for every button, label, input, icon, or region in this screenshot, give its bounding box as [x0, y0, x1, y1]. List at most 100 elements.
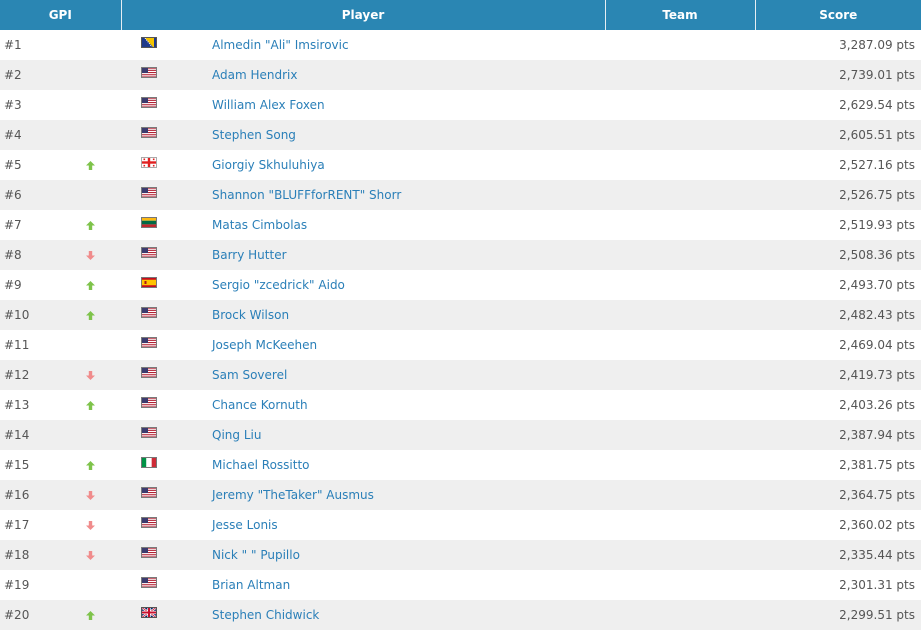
player-name-link[interactable]: Michael Rossitto — [212, 458, 310, 472]
player-name-link[interactable]: Shannon "BLUFFforRENT" Shorr — [212, 188, 401, 202]
score-cell: 2,482.43 pts — [755, 300, 921, 330]
team-cell — [605, 450, 755, 480]
rankings-table: GPI Player Team Score #1 Almedin "Ali" Im… — [0, 0, 921, 630]
rank-number: #11 — [4, 338, 30, 352]
player-name-link[interactable]: William Alex Foxen — [212, 98, 325, 112]
table-body: #1 Almedin "Ali" Imsirovic 3,287.09 pts #2 A… — [0, 30, 921, 630]
player-name-link[interactable]: Jeremy "TheTaker" Ausmus — [212, 488, 374, 502]
player-name-link[interactable]: Jesse Lonis — [212, 518, 278, 532]
table-row: #11 Joseph McKeehen 2,469.04 pts — [0, 330, 921, 360]
player-cell: Brock Wilson — [121, 300, 605, 330]
player-name-link[interactable]: Sam Soverel — [212, 368, 287, 382]
player-name-link[interactable]: Stephen Chidwick — [212, 608, 319, 622]
usa-flag-icon — [141, 367, 157, 378]
score-cell: 2,364.75 pts — [755, 480, 921, 510]
player-name-link[interactable]: Sergio "zcedrick" Aido — [212, 278, 345, 292]
rank-number: #6 — [4, 188, 22, 202]
rank-cell: #15 — [0, 450, 121, 480]
usa-flag-icon — [141, 397, 157, 408]
player-name-link[interactable]: Stephen Song — [212, 128, 296, 142]
player-cell: Giorgiy Skhuluhiya — [121, 150, 605, 180]
player-cell: William Alex Foxen — [121, 90, 605, 120]
rank-number: #14 — [4, 428, 30, 442]
team-cell — [605, 330, 755, 360]
score-cell: 2,519.93 pts — [839, 218, 915, 232]
rank-cell: #4 — [0, 120, 121, 150]
player-cell: Jesse Lonis — [121, 510, 605, 540]
score-cell: 2,419.73 pts — [755, 360, 921, 390]
team-cell — [605, 210, 755, 240]
table-row: #7 Matas Cimbolas 2,519.93 pts — [0, 210, 921, 240]
rank-cell: #1 — [0, 30, 121, 60]
score-cell: 2,381.75 pts — [839, 458, 915, 472]
player-cell: Brian Altman — [121, 570, 605, 600]
bosnia-flag-icon — [141, 37, 157, 48]
table-row: #3 William Alex Foxen 2,629.54 pts — [0, 90, 921, 120]
team-cell — [605, 150, 755, 180]
rank-cell: #5 — [0, 150, 121, 180]
player-cell: Chance Kornuth — [121, 390, 605, 420]
rank-number: #10 — [4, 308, 30, 322]
score-cell: 2,299.51 pts — [755, 600, 921, 630]
player-name-link[interactable]: Nick " " Pupillo — [212, 548, 300, 562]
rank-number: #2 — [4, 68, 22, 82]
usa-flag-icon — [141, 517, 157, 528]
score-cell: 2,335.44 pts — [755, 540, 921, 570]
table-row: #2 Adam Hendrix 2,739.01 pts — [0, 60, 921, 90]
rank-cell: #6 — [0, 180, 121, 210]
table-row: #12 Sam Soverel 2,419.73 pts — [0, 360, 921, 390]
score-cell: 2,629.54 pts — [839, 98, 915, 112]
usa-flag-icon — [141, 97, 157, 108]
trend-up-icon — [86, 311, 95, 320]
rank-cell: #14 — [0, 420, 121, 450]
lithuania-flag-icon — [141, 217, 157, 228]
table-row: #9 Sergio "zcedrick" Aido 2,493.70 pts — [0, 270, 921, 300]
rank-cell: #13 — [0, 390, 121, 420]
player-name-link[interactable]: Qing Liu — [212, 428, 261, 442]
player-cell: Almedin "Ali" Imsirovic — [121, 30, 605, 60]
player-name-link[interactable]: Giorgiy Skhuluhiya — [212, 158, 325, 172]
player-name-link[interactable]: Chance Kornuth — [212, 398, 308, 412]
player-name-link[interactable]: Barry Hutter — [212, 248, 287, 262]
rank-cell: #10 — [0, 300, 121, 330]
rank-cell: #11 — [0, 330, 121, 360]
score-cell: 2,739.01 pts — [755, 60, 921, 90]
rank-number: #8 — [4, 248, 22, 262]
table-row: #16 Jeremy "TheTaker" Ausmus 2,364.75 pts — [0, 480, 921, 510]
usa-flag-icon — [141, 127, 157, 138]
column-header-player[interactable]: Player — [121, 0, 606, 30]
player-cell: Matas Cimbolas — [121, 210, 605, 240]
rank-cell: #12 — [0, 360, 121, 390]
usa-flag-icon — [141, 307, 157, 318]
usa-flag-icon — [141, 487, 157, 498]
team-cell — [605, 270, 755, 300]
table-row: #19 Brian Altman 2,301.31 pts — [0, 570, 921, 600]
team-cell — [605, 510, 755, 540]
player-name-link[interactable]: Matas Cimbolas — [212, 218, 307, 232]
player-name-link[interactable]: Joseph McKeehen — [212, 338, 317, 352]
player-name-link[interactable]: Brock Wilson — [212, 308, 289, 322]
table-row: #8 Barry Hutter 2,508.36 pts — [0, 240, 921, 270]
table-row: #20 Stephen Chidwick 2,299.51 pts — [0, 600, 921, 630]
table-row: #1 Almedin "Ali" Imsirovic 3,287.09 pts — [0, 30, 921, 60]
table-row: #4 Stephen Song 2,605.51 pts — [0, 120, 921, 150]
player-cell: Adam Hendrix — [121, 60, 605, 90]
column-header-score[interactable]: Score — [755, 0, 921, 30]
rank-cell: #3 — [0, 90, 121, 120]
georgia-flag-icon — [141, 157, 157, 168]
trend-up-icon — [86, 461, 95, 470]
trend-up-icon — [86, 221, 95, 230]
player-name-link[interactable]: Brian Altman — [212, 578, 290, 592]
team-cell — [605, 570, 755, 600]
score-cell: 2,301.31 pts — [839, 578, 915, 592]
table-row: #18 Nick " " Pupillo 2,335.44 pts — [0, 540, 921, 570]
player-name-link[interactable]: Adam Hendrix — [212, 68, 297, 82]
team-cell — [605, 180, 755, 210]
player-cell: Stephen Song — [121, 120, 605, 150]
usa-flag-icon — [141, 427, 157, 438]
column-header-team[interactable]: Team — [605, 0, 756, 30]
table-row: #5 Giorgiy Skhuluhiya 2,527.16 pts — [0, 150, 921, 180]
score-cell: 2,360.02 pts — [839, 518, 915, 532]
player-name-link[interactable]: Almedin "Ali" Imsirovic — [212, 38, 349, 52]
column-header-gpi[interactable]: GPI — [0, 0, 122, 30]
